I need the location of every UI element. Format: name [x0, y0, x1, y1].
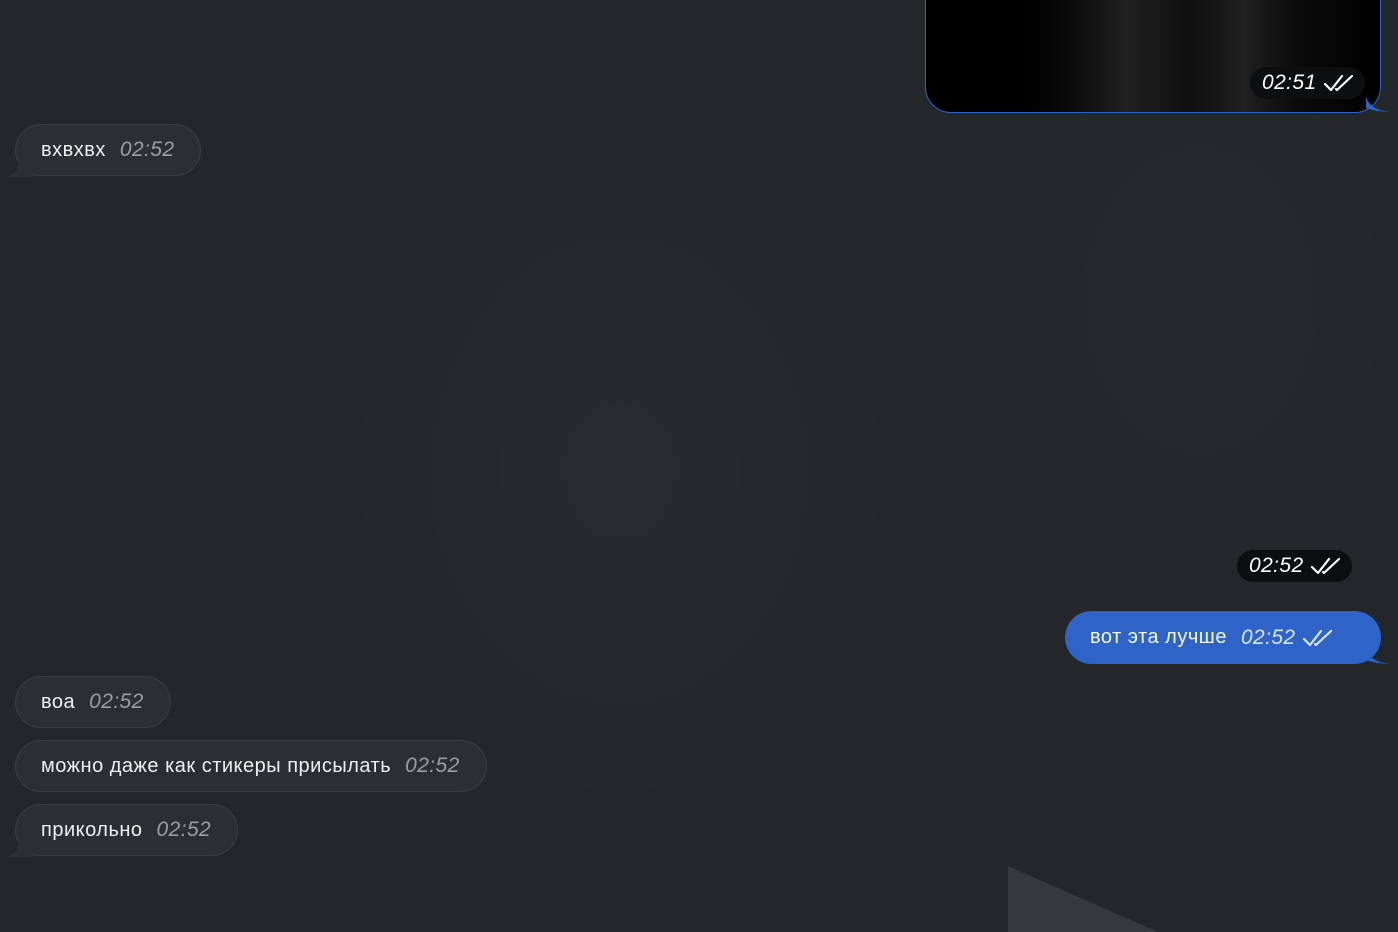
- scroll-down-shape: [1008, 866, 1158, 932]
- bubble-tail: [1366, 648, 1392, 664]
- bubble-tail: [1366, 96, 1392, 112]
- bubble-tail: [4, 163, 34, 177]
- message-bubble-outgoing[interactable]: вот эта лучше 02:52: [1065, 611, 1381, 664]
- message-time-pill: 02:51: [1250, 67, 1365, 99]
- message-time: 02:52: [89, 690, 144, 713]
- message-time: 02:52: [156, 818, 212, 841]
- double-check-icon: [1310, 557, 1340, 575]
- message-bubble-incoming[interactable]: воа 02:52: [15, 676, 171, 728]
- message-text: вот эта лучше: [1090, 626, 1227, 648]
- message-time: 02:52: [119, 138, 175, 161]
- message-time: 02:52: [405, 754, 460, 777]
- message-text: можно даже как стикеры присылать: [41, 754, 392, 777]
- message-time: 02:52: [1240, 625, 1296, 649]
- message-time: 02:52: [1249, 554, 1304, 577]
- message-text: вхвхвх: [41, 138, 106, 161]
- sticker-time-pill: 02:52: [1237, 550, 1352, 582]
- bubble-tail: [4, 843, 34, 857]
- media-message-video[interactable]: 02:51: [925, 0, 1381, 113]
- chat-message-list[interactable]: 02:51 вхвхвх 02:52 02:52 вот эта лучше 0…: [0, 0, 1398, 932]
- message-text: прикольно: [41, 818, 143, 841]
- message-bubble-incoming[interactable]: вхвхвх 02:52: [15, 124, 202, 176]
- message-bubble-incoming[interactable]: можно даже как стикеры присылать 02:52: [15, 740, 487, 792]
- double-check-icon: [1323, 74, 1353, 92]
- message-text: воа: [41, 690, 76, 713]
- message-bubble-incoming[interactable]: прикольно 02:52: [15, 804, 239, 856]
- message-time: 02:51: [1262, 71, 1317, 94]
- double-check-icon: [1302, 629, 1332, 646]
